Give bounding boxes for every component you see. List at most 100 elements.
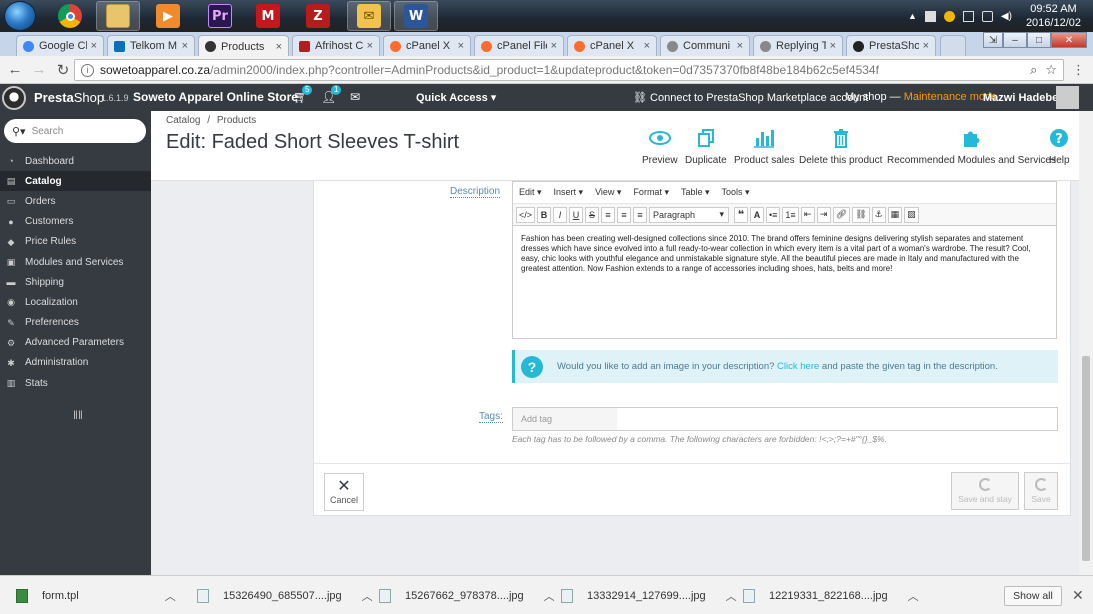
show-all-downloads-button[interactable]: Show all	[1004, 586, 1062, 606]
sidebar-item-orders[interactable]: ▭ Orders	[0, 191, 151, 211]
align-right-icon[interactable]: ≡	[633, 206, 648, 223]
italic-icon[interactable]: I	[553, 206, 568, 223]
tab-google-chrome[interactable]: Google Ch ×	[16, 35, 104, 56]
close-icon[interactable]: ×	[737, 40, 743, 52]
taskbar-m-app[interactable]: M	[246, 1, 290, 31]
text-color-icon[interactable]: A	[750, 206, 765, 223]
forward-icon[interactable]: →	[27, 61, 51, 78]
help-button[interactable]: ? Help	[1049, 127, 1070, 166]
close-icon[interactable]: ×	[458, 40, 464, 52]
new-tab-button[interactable]	[940, 35, 966, 56]
bookmark-star-icon[interactable]: ☆	[1045, 62, 1057, 78]
tab-cpanel-2[interactable]: cPanel X ×	[567, 35, 657, 56]
sidebar-item-catalog[interactable]: ▤ Catalog	[0, 171, 151, 192]
taskbar-media-player[interactable]: ▶	[146, 1, 190, 31]
align-center-icon[interactable]: ≡	[617, 206, 632, 223]
numbered-list-icon[interactable]: 1≡	[782, 206, 799, 223]
tab-afrihost[interactable]: Afrihost C ×	[292, 35, 380, 56]
chevron-up-icon[interactable]: ︿	[362, 588, 373, 604]
close-icon[interactable]: ×	[551, 40, 557, 52]
description-text[interactable]: Fashion has been creating well-designed …	[513, 226, 1056, 282]
taskbar-premiere[interactable]: Pr	[198, 1, 242, 31]
link-icon[interactable]: 🔗︎	[832, 206, 851, 223]
close-icon[interactable]: ×	[276, 41, 282, 53]
scrollbar-thumb[interactable]	[1082, 356, 1090, 561]
source-code-icon[interactable]: </>	[516, 206, 536, 223]
close-icon[interactable]: ×	[830, 40, 836, 52]
shop-name[interactable]: Soweto Apparel Online Store	[133, 90, 298, 104]
add-tag-field[interactable]: Add tag	[513, 408, 617, 430]
editor-menu-view[interactable]: View ▾	[595, 187, 621, 198]
sidebar-item-shipping[interactable]: ▬ Shipping	[0, 272, 151, 292]
unlink-icon[interactable]: ⛓	[852, 206, 870, 223]
chevron-up-icon[interactable]: ︿	[726, 588, 737, 604]
marketplace-link[interactable]: ⛓ Connect to PrestaShop Marketplace acco…	[633, 91, 868, 104]
sidebar-item-localization[interactable]: ◉ Localization	[0, 292, 151, 312]
editor-menu-insert[interactable]: Insert ▾	[554, 187, 584, 198]
chevron-up-icon[interactable]: ︿	[544, 588, 555, 604]
taskbar-word[interactable]: W	[394, 1, 438, 31]
close-icon[interactable]: ×	[182, 40, 188, 52]
prestashop-logo[interactable]	[0, 84, 28, 111]
bold-icon[interactable]: B	[537, 206, 552, 223]
sidebar-item-preferences[interactable]: ✎ Preferences	[0, 313, 151, 333]
back-icon[interactable]: ←	[3, 61, 27, 78]
volume-icon[interactable]: ◀)	[1001, 11, 1012, 22]
network-icon[interactable]	[981, 10, 993, 22]
restore-icon[interactable]: ⇲	[983, 32, 1003, 48]
indent-icon[interactable]: ⇥	[816, 206, 831, 223]
minimize-icon[interactable]: –	[1003, 32, 1027, 48]
envelope-icon[interactable]: ✉︎	[350, 90, 360, 104]
recommended-modules-button[interactable]: Recommended Modules and Services	[887, 127, 1056, 166]
product-sales-button[interactable]: Product sales	[734, 127, 795, 166]
search-input[interactable]: Search	[32, 126, 64, 137]
reload-icon[interactable]: ↻	[51, 61, 75, 79]
outdent-icon[interactable]: ⇤	[800, 206, 815, 223]
download-item[interactable]: 15267662_978378....jpg ︿	[379, 585, 555, 607]
blockquote-icon[interactable]: ❝	[734, 206, 749, 223]
taskbar-outlook[interactable]: ✉	[347, 1, 391, 31]
close-icon[interactable]: ×	[644, 40, 650, 52]
download-item[interactable]: 12219331_822168....jpg ︿	[743, 585, 919, 607]
click-here-link[interactable]: Click here	[777, 361, 819, 372]
chevron-up-icon[interactable]: ︿	[165, 588, 176, 604]
url-bar[interactable]: i sowetoapparel.co.za/admin2000/index.ph…	[74, 59, 1064, 81]
delete-product-button[interactable]: Delete this product	[799, 127, 882, 166]
tags-input[interactable]: Add tag	[512, 407, 1058, 431]
tab-community[interactable]: Communi ×	[660, 35, 750, 56]
chrome-menu-icon[interactable]: ⋮	[1072, 62, 1085, 78]
maximize-icon[interactable]: □	[1027, 32, 1051, 48]
flag-icon[interactable]	[924, 10, 936, 22]
device-icon[interactable]	[962, 10, 974, 22]
sidebar-item-advanced-parameters[interactable]: ⚙ Advanced Parameters	[0, 333, 151, 353]
tab-replying[interactable]: Replying T ×	[753, 35, 843, 56]
media-icon[interactable]: ▦	[887, 206, 903, 223]
image-icon[interactable]: ▨	[904, 206, 919, 223]
taskbar-chrome[interactable]	[48, 1, 92, 31]
tab-cpanel-file[interactable]: cPanel File ×	[474, 35, 564, 56]
page-scrollbar[interactable]	[1079, 111, 1093, 575]
sidebar-item-dashboard[interactable]: ◔ Dashboard	[0, 151, 151, 171]
tab-prestashop-github[interactable]: PrestaSho ×	[846, 35, 936, 56]
sidebar-item-stats[interactable]: ▥ Stats	[0, 373, 151, 393]
save-and-stay-button[interactable]: Save and stay	[951, 472, 1019, 510]
editor-menu-tools[interactable]: Tools ▾	[722, 187, 750, 198]
info-icon[interactable]: i	[81, 63, 94, 77]
my-shop-link[interactable]: My shop — Maintenance mode	[845, 91, 997, 103]
preview-button[interactable]: Preview	[642, 127, 678, 166]
close-window-icon[interactable]: ✕	[1051, 32, 1087, 48]
download-item[interactable]: form.tpl ︿	[16, 585, 176, 607]
duplicate-button[interactable]: Duplicate	[685, 127, 727, 166]
bullet-list-icon[interactable]: •≡	[766, 206, 781, 223]
close-icon[interactable]: ✕	[1072, 587, 1084, 604]
employee-menu[interactable]: Mazwi Hadebe ▾	[983, 91, 1067, 104]
chevron-up-icon[interactable]: ︿	[908, 588, 919, 604]
sidebar-item-customers[interactable]: ● Customers	[0, 212, 151, 232]
tray-arrow-icon[interactable]: ▲	[908, 11, 917, 21]
sidebar-item-administration[interactable]: ✱ Administration	[0, 353, 151, 373]
download-item[interactable]: 15326490_685507....jpg ︿	[197, 585, 373, 607]
anchor-icon[interactable]: ⚓︎	[871, 206, 886, 223]
editor-menu-format[interactable]: Format ▾	[633, 187, 669, 198]
taskbar-filezilla[interactable]: Z	[296, 1, 340, 31]
norton-icon[interactable]	[943, 10, 955, 22]
